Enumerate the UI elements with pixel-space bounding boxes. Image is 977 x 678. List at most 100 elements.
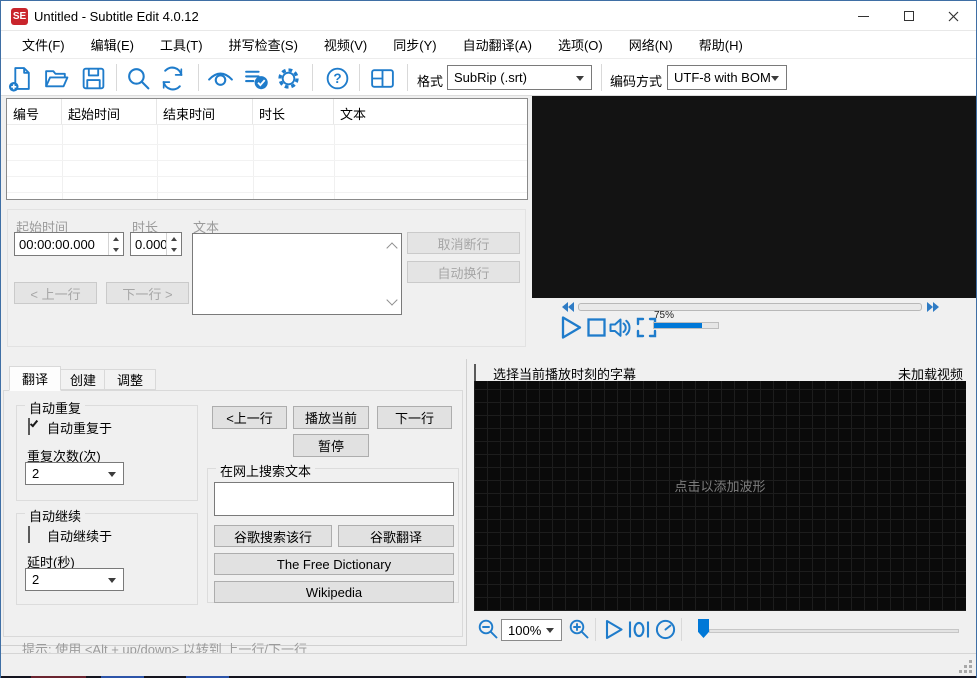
resize-grip-icon[interactable]: [969, 670, 972, 673]
volume-icon[interactable]: [608, 315, 634, 340]
play-next-button[interactable]: 下一行: [377, 406, 452, 429]
duration-value: 0.000: [135, 237, 168, 252]
auto-continue-checkbox-label: 自动继续于: [47, 529, 113, 544]
wikipedia-button[interactable]: Wikipedia: [214, 581, 454, 603]
subtitle-text-area[interactable]: [192, 233, 402, 315]
menu-network[interactable]: 网络(N): [616, 31, 686, 58]
start-time-spinner[interactable]: 00:00:00.000: [14, 232, 124, 256]
play-previous-button[interactable]: <上一行: [212, 406, 287, 429]
waveform-zoom-select[interactable]: 100%: [501, 619, 562, 641]
spell-check-button[interactable]: [241, 63, 271, 93]
replace-button[interactable]: [157, 63, 187, 93]
start-time-value: 00:00:00.000: [19, 237, 95, 252]
column-divider: [334, 125, 335, 199]
open-file-button[interactable]: [41, 63, 71, 93]
web-search-input[interactable]: [214, 482, 454, 516]
column-duration[interactable]: 时长: [253, 99, 334, 124]
menu-file[interactable]: 文件(F): [9, 31, 78, 58]
previous-line-button[interactable]: < 上一行: [14, 282, 97, 304]
app-window: SE Untitled - Subtitle Edit 4.0.12 文件(F)…: [0, 0, 977, 678]
video-display[interactable]: [532, 96, 976, 298]
spin-up-icon[interactable]: [113, 236, 119, 241]
google-search-button[interactable]: 谷歌搜索该行: [214, 525, 332, 547]
auto-repeat-checkbox[interactable]: [28, 418, 39, 435]
menu-spellcheck[interactable]: 拼写检查(S): [216, 31, 311, 58]
autobreak-button[interactable]: 自动换行: [407, 261, 520, 283]
menu-video[interactable]: 视频(V): [311, 31, 380, 58]
stop-icon[interactable]: [586, 317, 607, 338]
tab-adjust[interactable]: 调整: [104, 369, 157, 390]
find-button[interactable]: [123, 63, 153, 93]
google-translate-button[interactable]: 谷歌翻译: [338, 525, 454, 547]
auto-repeat-checkbox-label: 自动重复于: [47, 421, 113, 436]
help-icon: ?: [326, 67, 348, 89]
auto-continue-group: 自动继续 自动继续于 延时(秒) 2: [16, 506, 198, 605]
spin-down-icon[interactable]: [113, 247, 119, 252]
speed-gauge-icon[interactable]: [654, 618, 677, 641]
column-start-time[interactable]: 起始时间: [62, 99, 157, 124]
rewind-icon[interactable]: [561, 302, 575, 312]
menu-autotranslate[interactable]: 自动翻译(A): [450, 31, 545, 58]
delay-select[interactable]: 2: [25, 568, 124, 591]
play-from-start-icon[interactable]: [627, 618, 651, 641]
format-value: SubRip (.srt): [454, 70, 527, 85]
spell-check-icon: [244, 70, 268, 89]
column-end-time[interactable]: 结束时间: [157, 99, 253, 124]
menu-edit[interactable]: 编辑(E): [78, 31, 147, 58]
toolbar: ? 格式 SubRip (.srt) 编码方式 UTF-8 with BOM: [1, 59, 976, 96]
auto-continue-checkbox[interactable]: [28, 526, 30, 543]
unbreak-button[interactable]: 取消断行: [407, 232, 520, 254]
seek-bar[interactable]: [578, 303, 922, 311]
slider-thumb[interactable]: [698, 619, 709, 638]
auto-repeat-title: 自动重复: [25, 398, 86, 417]
format-select[interactable]: SubRip (.srt): [447, 65, 592, 90]
menu-sync[interactable]: 同步(Y): [380, 31, 449, 58]
select-current-checkbox[interactable]: [474, 364, 476, 381]
free-dictionary-button[interactable]: The Free Dictionary: [214, 553, 454, 575]
play-icon[interactable]: [557, 314, 584, 341]
next-line-button[interactable]: 下一行 >: [106, 282, 189, 304]
menu-help[interactable]: 帮助(H): [686, 31, 756, 58]
new-file-icon: [8, 66, 30, 92]
delay-value: 2: [32, 572, 40, 587]
waveform-display[interactable]: 点击以添加波形: [474, 381, 966, 611]
video-controls: 75%: [532, 298, 976, 347]
subtitle-list: 编号 起始时间 结束时间 时长 文本: [6, 98, 528, 200]
waveform-position-slider[interactable]: [709, 629, 959, 633]
find-icon: [127, 67, 149, 89]
repeat-count-select[interactable]: 2: [25, 462, 124, 485]
layout-button[interactable]: [367, 63, 397, 93]
waveform-play-icon[interactable]: [602, 618, 625, 641]
replace-icon: [162, 66, 182, 90]
close-button[interactable]: [931, 1, 976, 31]
scroll-up-icon[interactable]: [386, 242, 398, 254]
zoom-in-icon[interactable]: [568, 618, 590, 641]
open-file-icon: [44, 69, 68, 87]
maximize-button[interactable]: [886, 1, 931, 31]
visual-sync-button[interactable]: [205, 63, 235, 93]
spin-down-icon[interactable]: [171, 247, 177, 252]
spin-up-icon[interactable]: [171, 236, 177, 241]
volume-slider[interactable]: [653, 322, 719, 329]
save-button[interactable]: [78, 63, 108, 93]
new-file-button[interactable]: [5, 63, 35, 93]
toolbar-separator: [681, 618, 682, 641]
settings-button[interactable]: [273, 63, 303, 93]
tab-translate[interactable]: 翻译: [9, 366, 62, 391]
translate-panel: 翻译 创建 调整 自动重复 自动重复于 重复次数(次) 2 自动继续 自动继续于…: [1, 359, 467, 657]
help-button[interactable]: ?: [322, 63, 352, 93]
zoom-out-icon[interactable]: [477, 618, 499, 641]
forward-icon[interactable]: [926, 302, 940, 312]
play-current-button[interactable]: 播放当前: [293, 406, 369, 429]
column-number[interactable]: 编号: [7, 99, 62, 124]
encoding-select[interactable]: UTF-8 with BOM: [667, 65, 787, 90]
column-text[interactable]: 文本: [334, 99, 527, 124]
duration-spinner[interactable]: 0.000: [130, 232, 182, 256]
scroll-down-icon[interactable]: [386, 294, 398, 306]
pause-button[interactable]: 暂停: [293, 434, 369, 457]
tab-create[interactable]: 创建: [57, 369, 110, 390]
menu-options[interactable]: 选项(O): [545, 31, 616, 58]
toolbar-separator: [407, 64, 408, 91]
minimize-button[interactable]: [841, 1, 886, 31]
menu-tools[interactable]: 工具(T): [147, 31, 216, 58]
